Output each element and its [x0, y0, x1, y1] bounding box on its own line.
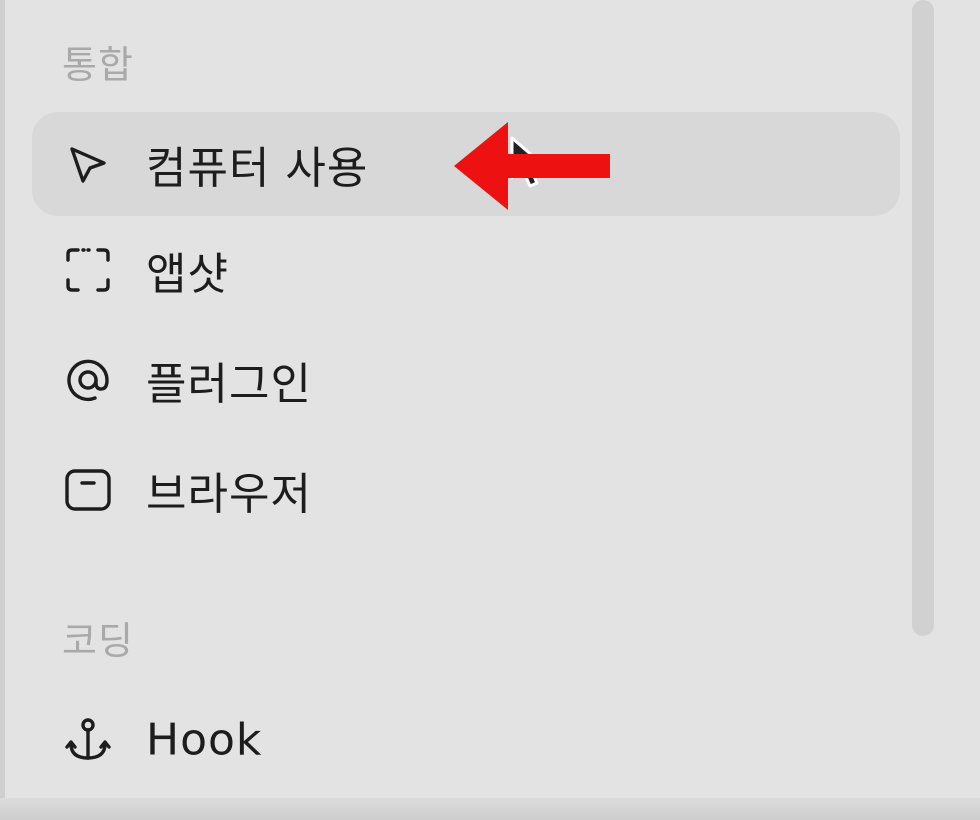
sidebar-item-appshot[interactable]: 앱샷	[32, 218, 900, 322]
sidebar-item-hook[interactable]: Hook	[32, 688, 900, 792]
anchor-icon	[62, 714, 114, 766]
window-bottom-edge	[0, 798, 980, 820]
scrollbar-thumb[interactable]	[912, 0, 934, 636]
sidebar-item-label: Hook	[146, 714, 263, 766]
browser-window-icon	[62, 464, 114, 516]
red-arrow-annotation-icon	[454, 120, 614, 212]
sidebar-item-label: 컴퓨터 사용	[146, 143, 369, 194]
section-header-integrations: 통합	[62, 43, 134, 87]
sidebar-item-label: 브라우저	[146, 469, 312, 520]
section-header-coding: 코딩	[62, 619, 134, 663]
sidebar-item-label: 앱샷	[146, 249, 229, 300]
cursor-arrow-icon	[62, 138, 114, 190]
at-sign-icon	[62, 354, 114, 406]
screenshot-frame-icon	[62, 244, 114, 296]
sidebar-item-label: 플러그인	[146, 359, 312, 410]
sidebar-item-plugins[interactable]: 플러그인	[32, 328, 900, 432]
sidebar-item-browser[interactable]: 브라우저	[32, 438, 900, 542]
